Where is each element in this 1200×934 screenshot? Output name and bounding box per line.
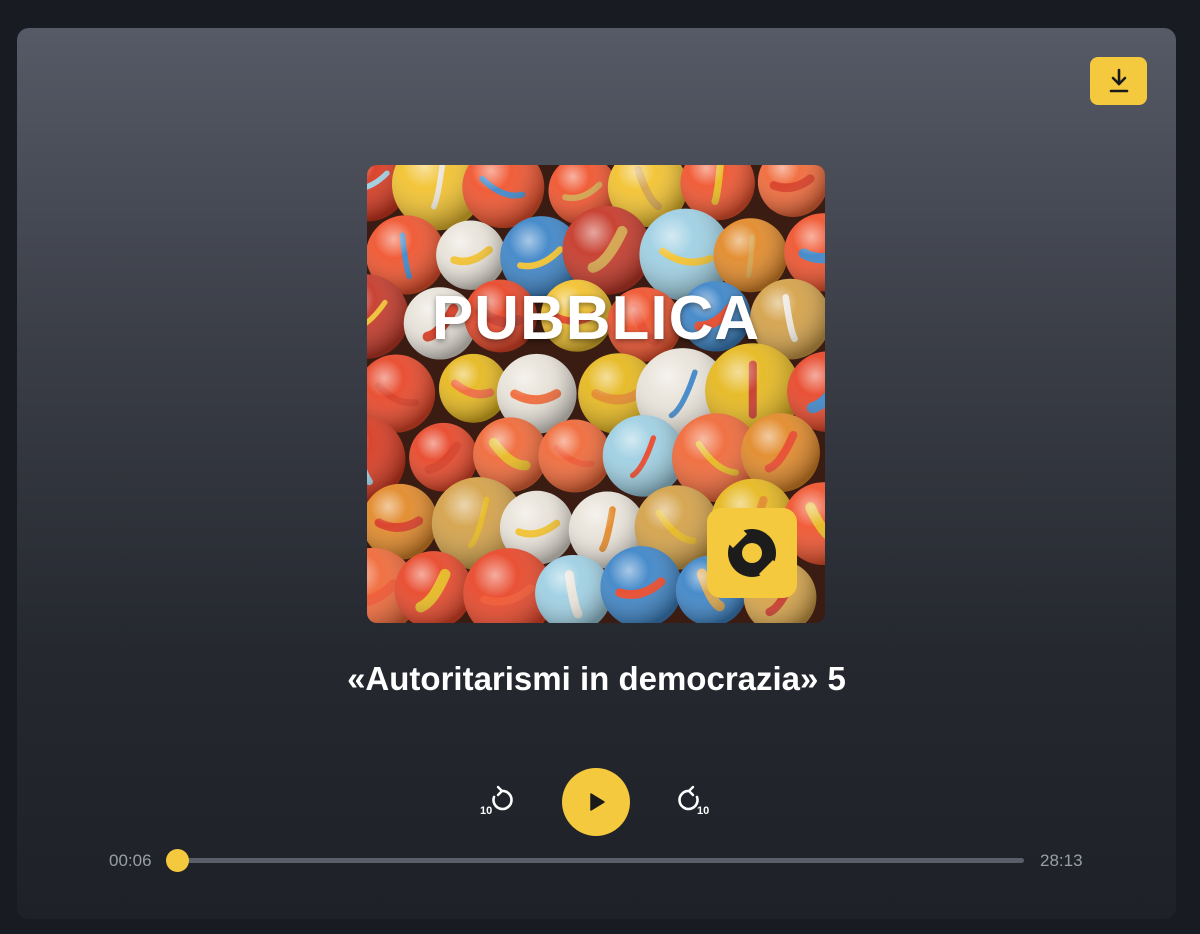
podcast-cover-art: PUBBLICA <box>367 165 825 623</box>
cover-title: PUBBLICA <box>431 284 761 353</box>
play-button[interactable] <box>562 768 630 836</box>
episode-title: «Autoritarismi in democrazia» 5 <box>347 660 846 697</box>
forward-10-icon: 10 <box>678 785 709 817</box>
current-time: 00:06 <box>109 851 152 870</box>
progress-thumb[interactable] <box>165 849 189 872</box>
brand-logo-icon <box>707 508 797 598</box>
forward-seconds-label: 10 <box>697 805 709 817</box>
marble-shine <box>436 220 506 290</box>
download-icon <box>1109 68 1128 93</box>
play-icon <box>590 793 605 811</box>
playback-controls: 10 10 <box>17 768 1176 836</box>
rewind-seconds-label: 10 <box>480 805 492 817</box>
rewind-10-icon: 10 <box>480 785 513 817</box>
marble-shine <box>538 419 612 493</box>
marble-shine <box>713 218 788 293</box>
progress-slider[interactable] <box>165 849 1024 872</box>
total-time: 28:13 <box>1040 851 1083 870</box>
forward-button[interactable]: 10 <box>673 784 713 818</box>
rewind-button[interactable]: 10 <box>478 784 518 818</box>
download-button[interactable] <box>1090 57 1147 105</box>
audio-player-card: PUBBLICA «Autoritarismi in democrazia» 5… <box>17 28 1176 919</box>
